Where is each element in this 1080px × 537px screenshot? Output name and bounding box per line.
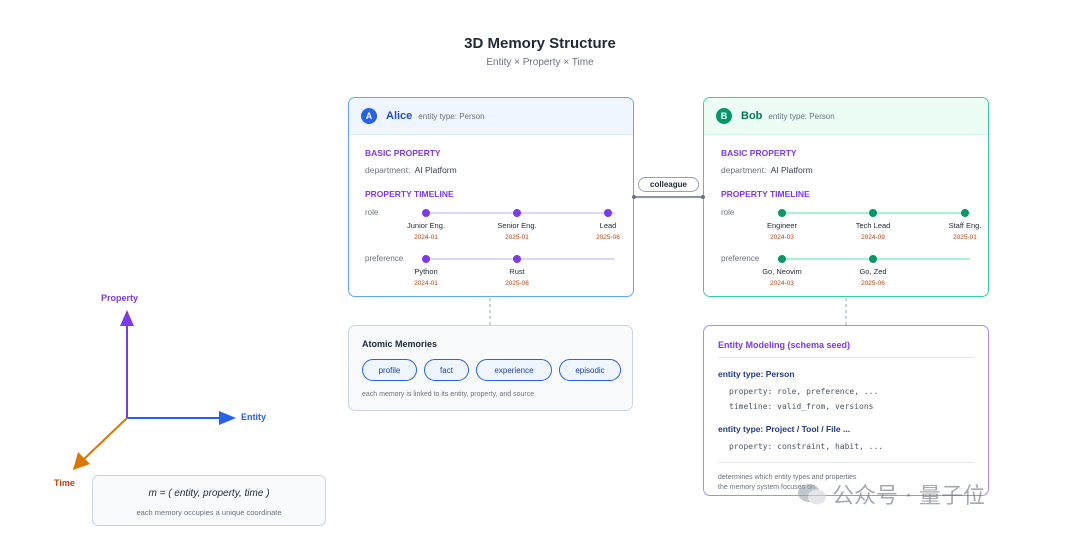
pill-episodic: episodic — [559, 359, 621, 381]
relation-badge: colleague — [638, 177, 699, 192]
modeling-divider — [718, 462, 974, 463]
link-endpoint — [632, 195, 636, 199]
watermark: 公众号 · 量子位 — [796, 478, 985, 510]
modeling-person-heading: entity type: Person — [718, 369, 795, 379]
atomic-memories-box: Atomic Memories profile fact experience … — [348, 325, 633, 411]
modeling-other-heading: entity type: Project / Tool / File ... — [718, 424, 851, 434]
modeling-person-line-1: property: role, preference, ... — [729, 387, 879, 396]
wechat-icon — [798, 484, 826, 505]
atomic-title: Atomic Memories — [362, 339, 438, 349]
pill-profile: profile — [362, 359, 417, 381]
modeling-person-line-2: timeline: valid_from, versions — [729, 402, 874, 411]
watermark-text: 公众号 · 量子位 — [832, 484, 985, 509]
pill-fact: fact — [424, 359, 469, 381]
atomic-note: each memory is linked to its entity, pro… — [362, 391, 535, 398]
pill-experience: experience — [476, 359, 552, 381]
modeling-divider — [718, 357, 974, 358]
entity-modeling-box: Entity Modeling (schema seed) entity typ… — [703, 325, 989, 496]
modeling-title: Entity Modeling (schema seed) — [718, 340, 851, 350]
link-endpoint — [701, 195, 705, 199]
modeling-other-line-1: property: constraint, habit, ... — [729, 442, 884, 451]
